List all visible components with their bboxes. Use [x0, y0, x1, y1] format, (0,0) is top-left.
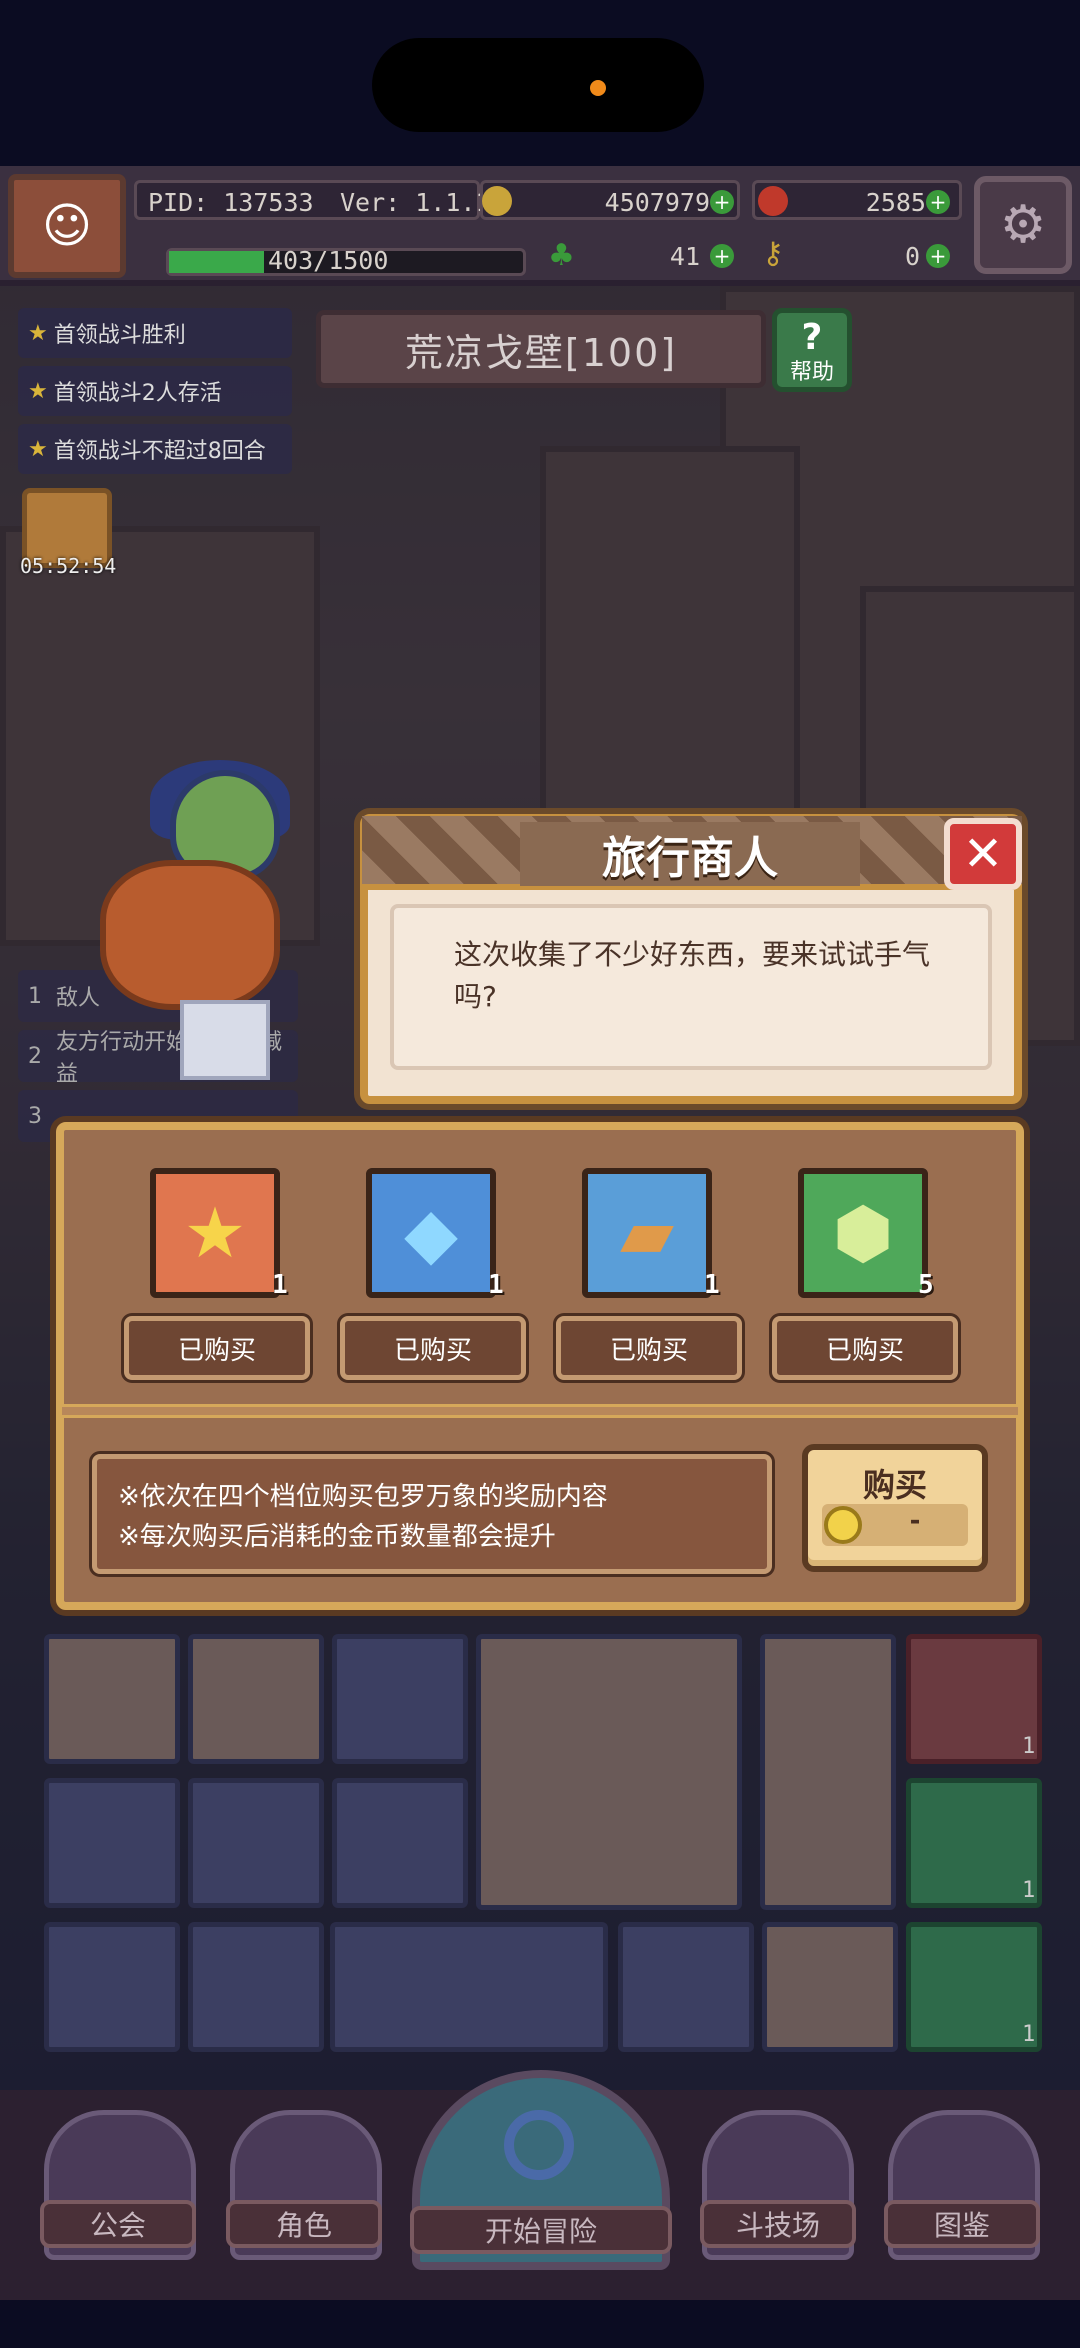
grid-tile[interactable]	[188, 1922, 324, 2052]
grid-tile[interactable]	[188, 1634, 324, 1764]
quest-label: 首领战斗2人存活	[53, 381, 222, 406]
gem-amount: 2585	[865, 187, 926, 217]
key-icon: ⚷	[762, 236, 784, 271]
merchant-backpack	[100, 860, 280, 1010]
gold-coin-icon	[482, 186, 512, 216]
info-line: ※每次购买后消耗的金币数量都会提升	[118, 1522, 556, 1552]
quest-item: ★ 首领战斗不超过8回合	[18, 424, 292, 474]
quest-label: 首领战斗不超过8回合	[53, 439, 266, 464]
key-amount: 0	[904, 241, 920, 271]
camera-notch	[372, 38, 704, 132]
treasure-chest-icon: ▰	[620, 1192, 674, 1274]
grid-tile[interactable]	[762, 1922, 898, 2052]
gear-icon: ⚙	[999, 195, 1047, 255]
merchant-legs	[180, 1000, 270, 1080]
nav-guild-label[interactable]: 公会	[40, 2200, 196, 2248]
shop-divider	[62, 1404, 1018, 1418]
red-gem-icon	[758, 186, 788, 216]
stage-title: 荒凉戈壁[100]	[316, 310, 766, 388]
buy-price: -	[909, 1506, 921, 1536]
rule-number: 2	[28, 1043, 42, 1069]
tile-count: 1	[1022, 1734, 1036, 1759]
grid-tile[interactable]	[44, 1634, 180, 1764]
blue-crystal-icon: ◆	[404, 1192, 458, 1274]
quest-item: ★ 首领战斗2人存活	[18, 366, 292, 416]
shop-item-gem[interactable]: ⬢	[798, 1168, 928, 1298]
clover-icon: ♣	[548, 238, 575, 273]
home-indicator-area	[0, 2300, 1080, 2348]
add-gold-icon[interactable]: +	[710, 190, 734, 214]
tile-count: 1	[1022, 1878, 1036, 1903]
start-adventure-label[interactable]: 开始冒险	[410, 2206, 672, 2254]
fallen-log-tile[interactable]	[330, 1922, 608, 2052]
question-icon: ?	[801, 317, 823, 358]
star-icon: ★	[28, 320, 48, 346]
camera-indicator	[590, 80, 606, 96]
gold-amount: 4507979	[604, 187, 710, 217]
dialog-text: 这次收集了不少好东西，要来试试手气吗?	[454, 938, 931, 1013]
settings-button[interactable]: ⚙	[974, 176, 1072, 274]
grid-tile[interactable]	[44, 1778, 180, 1908]
item-count: 1	[704, 1270, 720, 1300]
purchased-button[interactable]: 已购买	[340, 1316, 526, 1380]
shop-item-star[interactable]: ★	[150, 1168, 280, 1298]
dialog-title: 旅行商人	[520, 822, 860, 886]
purchased-button[interactable]: 已购买	[556, 1316, 742, 1380]
nav-arena-label[interactable]: 斗技场	[700, 2200, 856, 2248]
help-button[interactable]: ? 帮助	[772, 308, 852, 392]
experience-fill	[169, 251, 265, 273]
shop-info-box	[92, 1454, 772, 1574]
nav-codex-label[interactable]: 图鉴	[884, 2200, 1040, 2248]
clock-tower-tile[interactable]	[760, 1634, 896, 1910]
star-icon: ★	[28, 378, 48, 404]
close-icon: ✕	[962, 826, 1004, 882]
star-icon: ★	[28, 436, 48, 462]
buy-label: 购买	[862, 1466, 927, 1504]
shop-item-chest[interactable]: ▰	[582, 1168, 712, 1298]
player-id: PID: 137533	[148, 187, 314, 217]
magnifier-icon	[504, 2110, 574, 2180]
item-count: 1	[272, 1270, 288, 1300]
grid-tile[interactable]	[332, 1634, 468, 1764]
gift-timer: 05:52:54	[20, 554, 117, 578]
player-avatar[interactable]: ☺	[8, 174, 126, 278]
quest-item: ★ 首领战斗胜利	[18, 308, 292, 358]
star-icon: ★	[183, 1192, 247, 1274]
gold-coin-icon	[824, 1506, 862, 1544]
add-key-icon[interactable]: +	[926, 244, 950, 268]
grid-tile[interactable]	[332, 1778, 468, 1908]
experience-text: 403/1500	[268, 245, 389, 275]
close-button[interactable]: ✕	[944, 818, 1022, 890]
clover-amount: 41	[669, 241, 700, 271]
dead-tree-tile[interactable]	[476, 1634, 742, 1910]
grid-tile[interactable]	[618, 1922, 754, 2052]
info-line: ※依次在四个档位购买包罗万象的奖励内容	[118, 1482, 608, 1512]
shop-item-crystal[interactable]: ◆	[366, 1168, 496, 1298]
rule-number: 1	[28, 983, 42, 1009]
green-gem-icon: ⬢	[832, 1192, 894, 1274]
tile-count: 1	[1022, 2022, 1036, 2047]
add-clover-icon[interactable]: +	[710, 244, 734, 268]
help-label: 帮助	[789, 360, 834, 385]
purchased-button[interactable]: 已购买	[772, 1316, 958, 1380]
nav-character-label[interactable]: 角色	[226, 2200, 382, 2248]
add-gem-icon[interactable]: +	[926, 190, 950, 214]
grid-tile[interactable]	[44, 1922, 180, 2052]
purchased-button[interactable]: 已购买	[124, 1316, 310, 1380]
travel-merchant-character	[80, 760, 330, 1120]
item-count: 1	[488, 1270, 504, 1300]
grid-tile[interactable]	[188, 1778, 324, 1908]
quest-label: 首领战斗胜利	[53, 323, 186, 348]
rule-number: 3	[28, 1103, 42, 1129]
item-count: 5	[918, 1270, 934, 1300]
